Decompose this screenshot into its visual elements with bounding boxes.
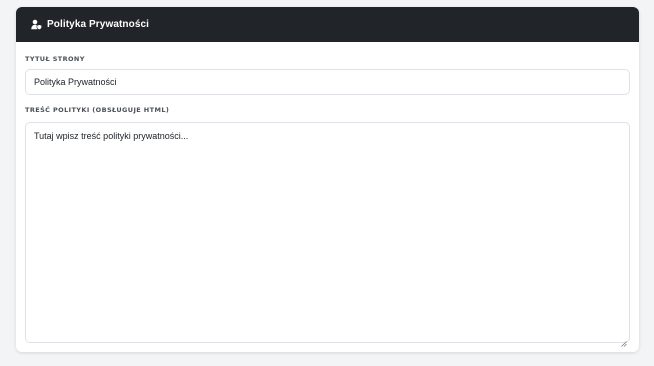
page-title-label: Tytuł strony — [25, 55, 85, 63]
user-shield-icon — [31, 19, 42, 30]
card-title: Polityka Prywatności — [47, 19, 150, 30]
page-title-input[interactable] — [25, 69, 630, 95]
policy-content-label: Treść polityki (obsługuje HTML) — [25, 106, 170, 114]
resize-grip-icon[interactable] — [621, 334, 627, 347]
privacy-policy-card: Polityka Prywatności Tytuł strony Treść … — [16, 7, 639, 352]
policy-content-textarea[interactable] — [25, 122, 630, 343]
card-header: Polityka Prywatności — [16, 7, 639, 42]
